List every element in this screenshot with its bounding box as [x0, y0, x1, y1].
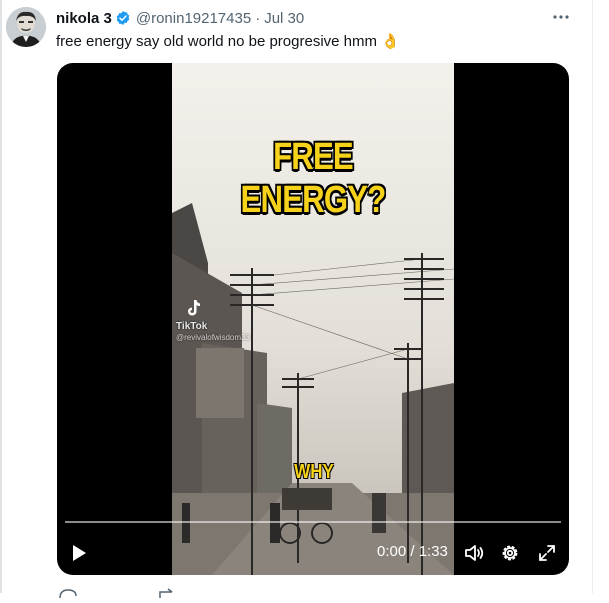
fullscreen-icon[interactable]	[536, 542, 558, 564]
separator-dot: ·	[255, 9, 261, 27]
tweet-text: free energy say old world no be progresi…	[56, 33, 400, 50]
video-time-display: 0:00 / 1:33	[377, 543, 448, 560]
video-progress-bar[interactable]	[65, 521, 561, 523]
tiktok-logo-icon	[186, 299, 202, 317]
avatar-portrait	[6, 7, 46, 47]
more-icon[interactable]	[552, 9, 570, 25]
tiktok-watermark-user: @revivalofwisdom33	[176, 333, 250, 342]
tweet-header: nikola 3 @ronin19217435 · Jul 30	[56, 9, 304, 27]
timeline-border-left	[0, 0, 2, 593]
volume-icon[interactable]	[463, 542, 485, 564]
verified-badge-icon[interactable]	[115, 10, 131, 26]
author-handle[interactable]: @ronin19217435	[136, 10, 251, 27]
timeline-border-right	[592, 0, 593, 593]
caption-why: WHY	[294, 461, 334, 483]
retweet-icon	[159, 588, 173, 598]
settings-icon[interactable]	[499, 542, 521, 564]
reply-icon	[59, 589, 77, 599]
author-name[interactable]: nikola 3	[56, 10, 112, 27]
tweet-action-bar	[56, 585, 556, 599]
avatar[interactable]	[6, 7, 46, 47]
tiktok-watermark-brand: TikTok	[176, 321, 208, 332]
caption-free-energy: FREE ENERGY?	[240, 136, 387, 221]
video-player[interactable]: FREE ENERGY? WHY TikTok @revivalofwisdom…	[57, 63, 569, 575]
tweet-date[interactable]: Jul 30	[264, 10, 304, 27]
play-icon[interactable]	[69, 543, 89, 563]
